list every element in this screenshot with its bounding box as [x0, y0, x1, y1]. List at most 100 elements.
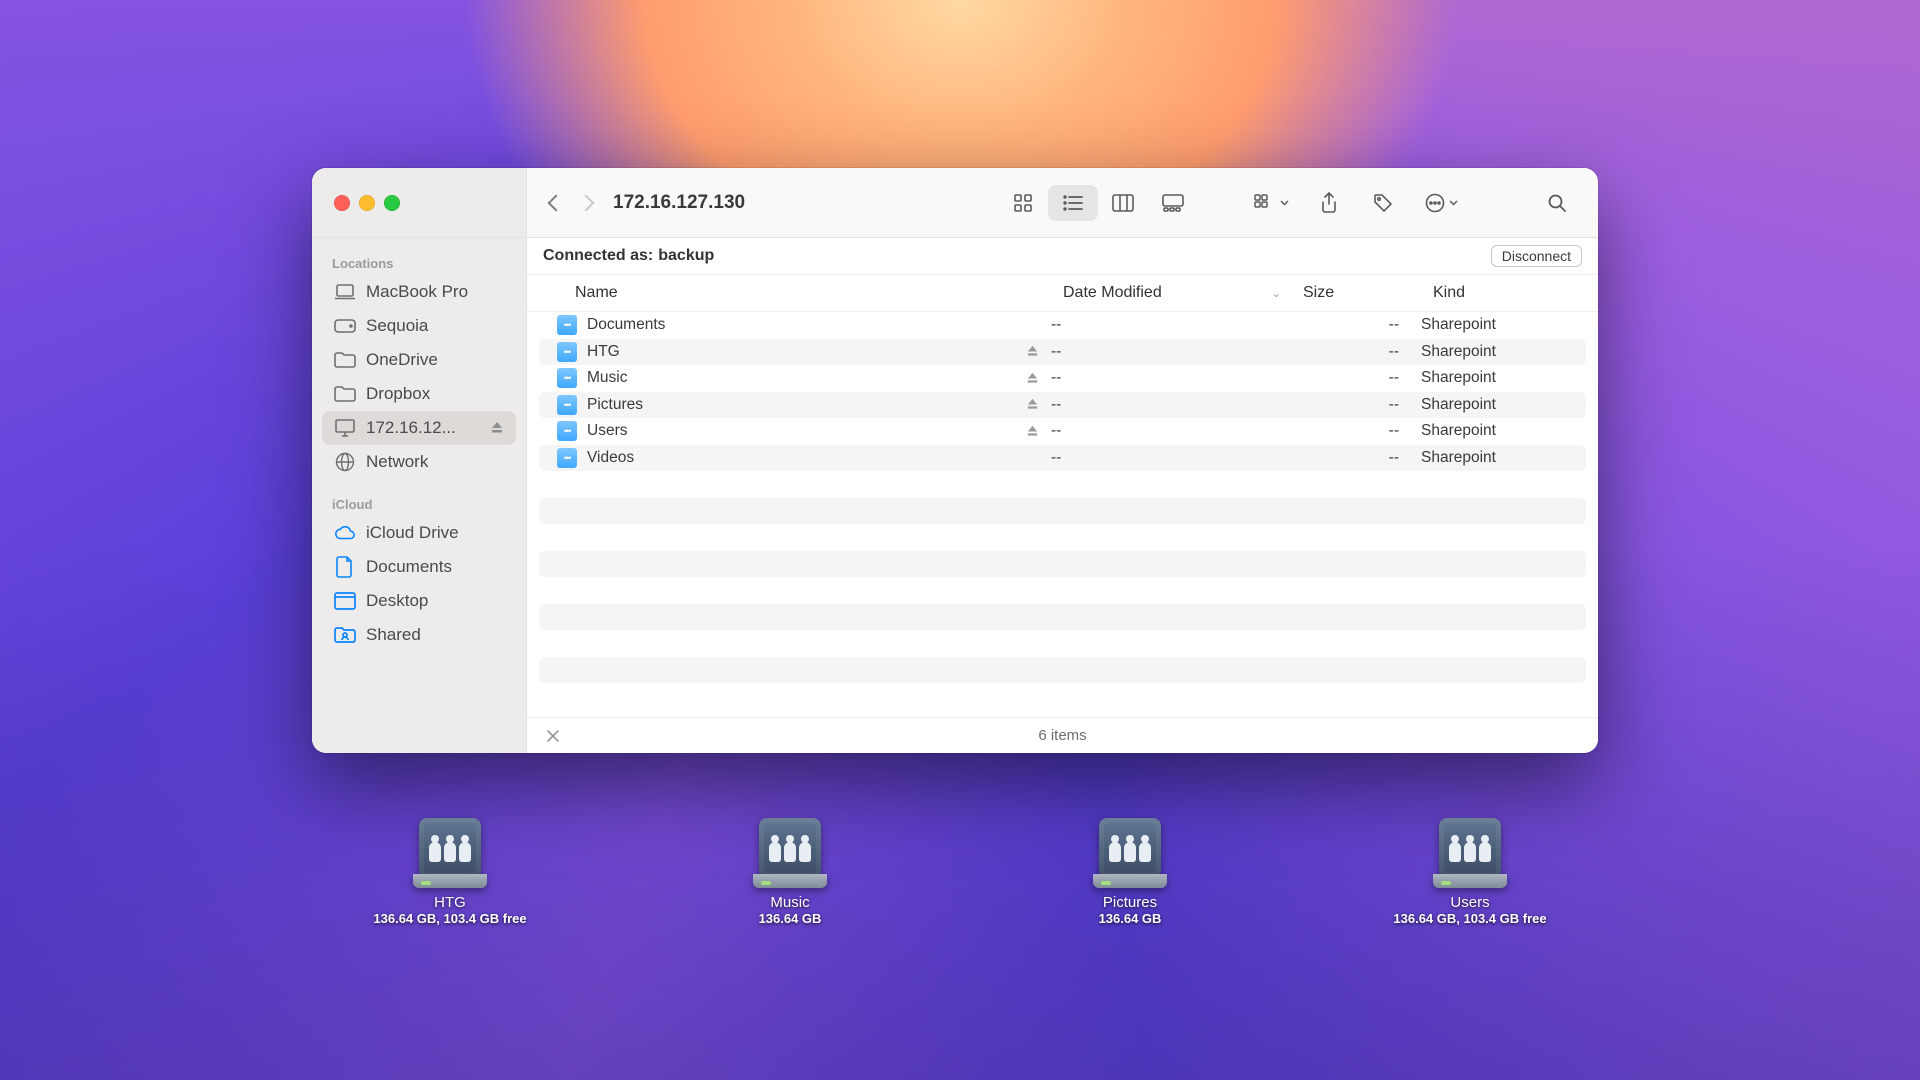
desktop-drive-icon[interactable]: HTG 136.64 GB, 103.4 GB free: [345, 812, 555, 926]
empty-row: [539, 683, 1586, 710]
file-name: Pictures: [587, 396, 643, 414]
list-icon: [1062, 193, 1084, 213]
network-drive-icon: [413, 812, 487, 888]
column-name[interactable]: Name: [575, 284, 1063, 302]
sidebar-item[interactable]: Documents: [322, 550, 516, 584]
file-name: Documents: [587, 316, 665, 334]
table-row[interactable]: •••Documents -- -- Sharepoint: [539, 312, 1586, 339]
eject-icon[interactable]: [1026, 372, 1039, 385]
sidebar-item[interactable]: 172.16.12...: [322, 411, 516, 445]
file-kind: Sharepoint: [1421, 369, 1586, 387]
sidebar-item[interactable]: OneDrive: [322, 343, 516, 377]
sidebar-item[interactable]: MacBook Pro: [322, 275, 516, 309]
file-size: --: [1291, 449, 1421, 467]
file-list[interactable]: •••Documents -- -- Sharepoint •••HTG -- …: [527, 312, 1598, 717]
file-size: --: [1291, 369, 1421, 387]
eject-icon[interactable]: [1026, 345, 1039, 358]
share-icon: [1320, 192, 1338, 214]
view-mode-group: [998, 185, 1198, 221]
table-row[interactable]: •••Users -- -- Sharepoint: [539, 418, 1586, 445]
sidebar-item[interactable]: Network: [322, 445, 516, 479]
close-button[interactable]: [334, 195, 350, 211]
hdd-icon: [334, 315, 356, 337]
group-by-button[interactable]: [1244, 185, 1298, 221]
tags-button[interactable]: [1360, 185, 1406, 221]
action-menu-button[interactable]: [1414, 185, 1468, 221]
eject-icon[interactable]: [490, 421, 504, 435]
sidebar-item-label: iCloud Drive: [366, 523, 459, 543]
laptop-icon: [334, 281, 356, 303]
sidebar-item[interactable]: Desktop: [322, 584, 516, 618]
search-button[interactable]: [1534, 185, 1580, 221]
sidebar-section-locations: Locations: [322, 250, 516, 275]
table-row[interactable]: •••Videos -- -- Sharepoint: [539, 445, 1586, 472]
sharepoint-folder-icon: •••: [557, 448, 577, 468]
file-date: --: [1051, 449, 1291, 467]
nav-back-button[interactable]: [545, 192, 567, 214]
disconnect-button[interactable]: Disconnect: [1491, 245, 1582, 267]
column-headers: Name Date Modified⌄ Size Kind: [527, 275, 1598, 312]
view-columns-button[interactable]: [1098, 185, 1148, 221]
sidebar-item[interactable]: iCloud Drive: [322, 516, 516, 550]
empty-row: [539, 524, 1586, 551]
ellipsis-circle-icon: [1425, 193, 1445, 213]
desktop-icon: [334, 590, 356, 612]
view-icons-button[interactable]: [998, 185, 1048, 221]
sidebar-item-label: OneDrive: [366, 350, 438, 370]
connected-as-label: Connected as:: [543, 247, 653, 265]
view-gallery-button[interactable]: [1148, 185, 1198, 221]
column-date-modified[interactable]: Date Modified⌄: [1063, 284, 1303, 302]
connection-banner: Connected as: backup Disconnect: [527, 238, 1598, 275]
folder-icon: [334, 383, 356, 405]
minimize-button[interactable]: [359, 195, 375, 211]
column-kind[interactable]: Kind: [1433, 284, 1598, 302]
nav-forward-button[interactable]: [575, 192, 597, 214]
chevron-down-icon: [1449, 200, 1458, 206]
table-row[interactable]: •••HTG -- -- Sharepoint: [539, 339, 1586, 366]
zoom-button[interactable]: [384, 195, 400, 211]
file-date: --: [1051, 396, 1291, 414]
eject-icon[interactable]: [1026, 398, 1039, 411]
eject-icon[interactable]: [1026, 425, 1039, 438]
table-row[interactable]: •••Pictures -- -- Sharepoint: [539, 392, 1586, 419]
traffic-lights: [312, 168, 527, 237]
file-kind: Sharepoint: [1421, 396, 1586, 414]
desktop-drive-icon[interactable]: Users 136.64 GB, 103.4 GB free: [1365, 812, 1575, 926]
connected-user: backup: [658, 247, 714, 265]
table-row[interactable]: •••Music -- -- Sharepoint: [539, 365, 1586, 392]
file-date: --: [1051, 422, 1291, 440]
tag-icon: [1373, 193, 1393, 213]
file-kind: Sharepoint: [1421, 343, 1586, 361]
file-name: Music: [587, 369, 627, 387]
file-size: --: [1291, 316, 1421, 334]
search-icon: [1547, 193, 1567, 213]
folder-icon: [334, 349, 356, 371]
file-date: --: [1051, 369, 1291, 387]
main-pane: Connected as: backup Disconnect Name Dat…: [527, 238, 1598, 753]
sidebar: Locations MacBook Pro Sequoia OneDrive D…: [312, 238, 527, 753]
drive-size: 136.64 GB, 103.4 GB free: [373, 911, 526, 926]
status-bar: 6 items: [527, 717, 1598, 753]
desktop-drive-icon[interactable]: Music 136.64 GB: [685, 812, 895, 926]
globe-icon: [334, 451, 356, 473]
doc-icon: [334, 556, 356, 578]
sidebar-item-label: 172.16.12...: [366, 418, 456, 438]
drive-name: Music: [770, 894, 809, 911]
sidebar-item-label: Desktop: [366, 591, 428, 611]
share-button[interactable]: [1306, 185, 1352, 221]
sidebar-item[interactable]: Sequoia: [322, 309, 516, 343]
path-bar-close-button[interactable]: [543, 730, 563, 742]
sidebar-item-label: Documents: [366, 557, 452, 577]
sidebar-item[interactable]: Shared: [322, 618, 516, 652]
sidebar-item[interactable]: Dropbox: [322, 377, 516, 411]
column-size[interactable]: Size: [1303, 284, 1433, 302]
sidebar-item-label: Dropbox: [366, 384, 430, 404]
view-list-button[interactable]: [1048, 185, 1098, 221]
file-kind: Sharepoint: [1421, 449, 1586, 467]
sharepoint-folder-icon: •••: [557, 395, 577, 415]
drive-size: 136.64 GB: [1099, 911, 1162, 926]
drive-name: HTG: [434, 894, 466, 911]
desktop-drive-icon[interactable]: Pictures 136.64 GB: [1025, 812, 1235, 926]
file-date: --: [1051, 316, 1291, 334]
file-size: --: [1291, 422, 1421, 440]
